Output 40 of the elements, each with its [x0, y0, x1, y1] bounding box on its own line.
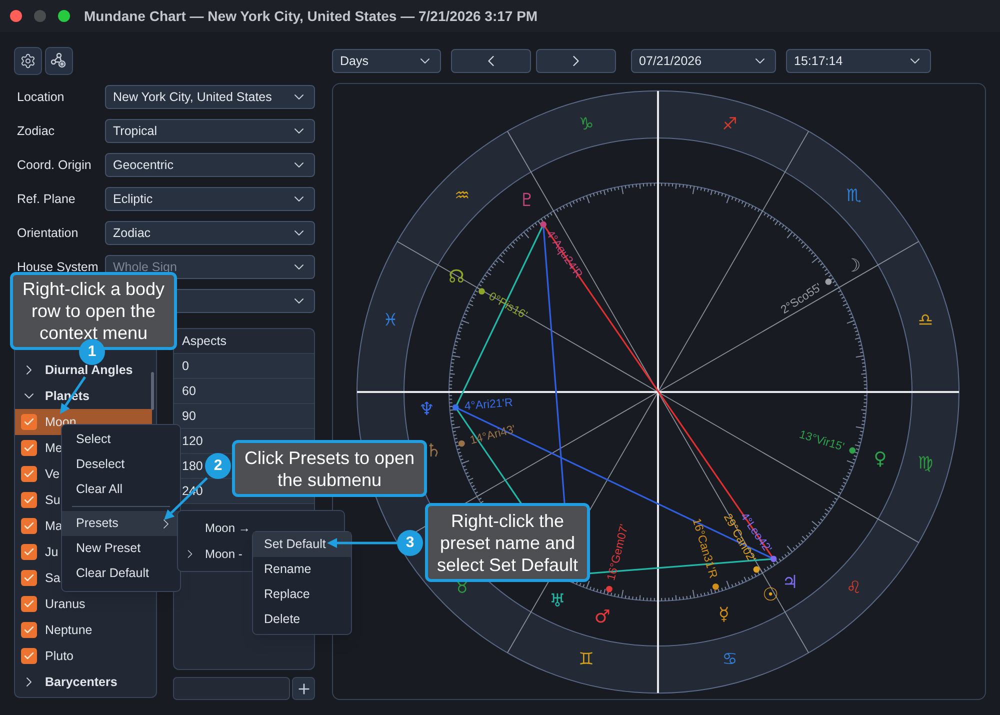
setting-label: Location	[16, 88, 66, 106]
callout-tooltip: Right-click the preset name and select Set Default	[425, 503, 590, 582]
zodiac-sign-glyph: ♒	[454, 186, 470, 206]
body-label: Uranus	[45, 596, 86, 613]
planet-glyph: ☿	[718, 604, 730, 625]
zodiac-sign-glyph: ♏	[846, 186, 862, 206]
window-title: Mundane Chart — New York City, United States — 7/21/2026 3:17 PM	[84, 6, 538, 26]
body-label: Ju	[45, 544, 58, 561]
body-label: Pluto	[45, 648, 74, 665]
planet-position-label: 4°Ari21'R	[464, 397, 514, 413]
planet-glyph: ♇	[518, 190, 535, 212]
zodiac-sign-glyph: ♋	[722, 650, 738, 670]
planet-glyph: ♅	[549, 590, 566, 612]
planet-glyph: ♂	[594, 606, 610, 628]
setting-label: Orientation	[16, 224, 80, 242]
body-label: Me	[45, 440, 62, 457]
planet-glyph: ☉	[762, 584, 779, 606]
body-label: Su	[45, 492, 60, 509]
zodiac-sign-glyph: ♐	[722, 114, 738, 134]
body-label: Sa	[45, 570, 60, 587]
setting-label: Coord. Origin	[16, 156, 92, 174]
planet-position-label: 14°Ari43'	[468, 424, 517, 448]
setting-label: Zodiac	[16, 122, 56, 140]
planet-glyph: ♀	[874, 448, 887, 470]
setting-label: Ref. Plane	[16, 190, 76, 208]
body-label: Neptune	[45, 622, 92, 639]
zodiac-sign-glyph: ♑	[578, 114, 594, 134]
planet-glyph: ☽	[844, 255, 861, 276]
callout-tooltip: Click Presets to open the submenu	[232, 440, 427, 497]
zodiac-sign-glyph: ♓	[382, 310, 398, 330]
planet-glyph: ♃	[782, 572, 798, 594]
zodiac-sign-glyph: ♎	[918, 310, 934, 330]
zodiac-sign-glyph: ♌	[846, 578, 862, 598]
planet-position-label: 13°Vir15'	[798, 428, 846, 454]
zodiac-sign-glyph: ♍	[918, 454, 934, 474]
body-label: Ve	[45, 466, 60, 483]
planet-glyph: ♆	[418, 399, 435, 420]
zodiac-sign-glyph: ♊	[578, 650, 594, 670]
planet-glyph: ♄	[426, 440, 442, 462]
group-label: Barycenters	[45, 674, 118, 691]
